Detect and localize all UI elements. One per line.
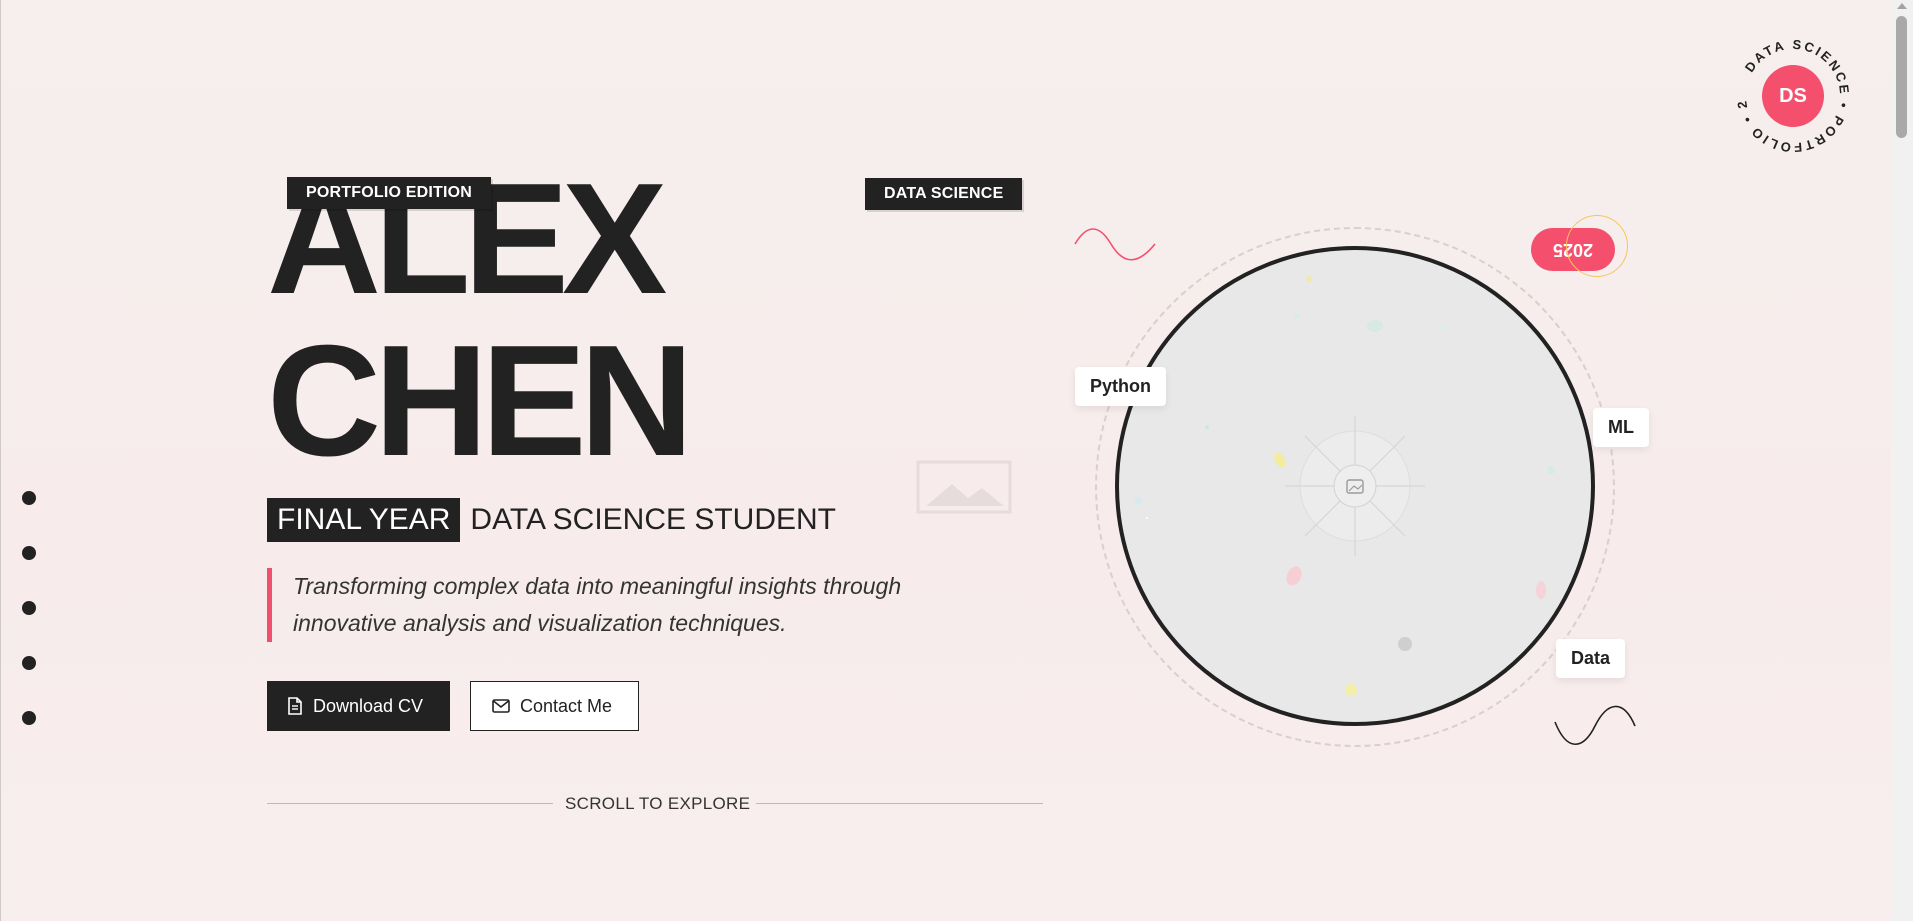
image-placeholder-graphic bbox=[1134, 276, 1555, 696]
portfolio-edition-tag: PORTFOLIO EDITION bbox=[287, 177, 492, 209]
download-cv-button[interactable]: Download CV bbox=[267, 681, 450, 731]
nav-dot[interactable] bbox=[22, 601, 36, 615]
section-nav bbox=[22, 491, 36, 766]
hero-section: ALEX CHEN PORTFOLIO EDITION DATA SCIENCE… bbox=[0, 0, 1891, 921]
nav-dot[interactable] bbox=[22, 546, 36, 560]
profile-image-frame bbox=[1115, 246, 1595, 726]
hero-subtitle: FINAL YEAR DATA SCIENCE STUDENT bbox=[267, 498, 836, 542]
scroll-divider-right bbox=[756, 803, 1043, 804]
subtitle-highlight: FINAL YEAR bbox=[267, 498, 461, 542]
scrollbar[interactable] bbox=[1891, 0, 1913, 921]
contact-me-button[interactable]: Contact Me bbox=[470, 681, 639, 731]
scrollbar-thumb[interactable] bbox=[1896, 16, 1907, 138]
logo-badge[interactable]: DS bbox=[1762, 65, 1824, 127]
logo-initials: DS bbox=[1779, 84, 1807, 107]
nav-dot[interactable] bbox=[22, 491, 36, 505]
hero-tagline: Transforming complex data into meaningfu… bbox=[267, 568, 993, 642]
scroll-divider-left bbox=[267, 803, 553, 804]
mail-icon bbox=[492, 699, 510, 713]
nav-dot[interactable] bbox=[22, 711, 36, 725]
year-highlight-ring bbox=[1566, 215, 1628, 277]
scroll-hint[interactable]: SCROLL TO EXPLORE bbox=[565, 794, 750, 814]
background-image-icon bbox=[916, 460, 1012, 514]
skill-chip-data: Data bbox=[1556, 639, 1626, 678]
skill-chip-ml: ML bbox=[1593, 408, 1649, 447]
skill-chip-python: Python bbox=[1075, 367, 1166, 406]
contact-me-label: Contact Me bbox=[520, 695, 613, 716]
scroll-up-arrow-icon[interactable] bbox=[1897, 3, 1907, 9]
subtitle-text: DATA SCIENCE STUDENT bbox=[470, 503, 837, 536]
data-science-tag: DATA SCIENCE bbox=[865, 178, 1023, 210]
hero-last-name: CHEN bbox=[267, 313, 694, 489]
download-cv-label: Download CV bbox=[313, 695, 424, 716]
document-icon bbox=[288, 697, 302, 715]
nav-dot[interactable] bbox=[22, 656, 36, 670]
